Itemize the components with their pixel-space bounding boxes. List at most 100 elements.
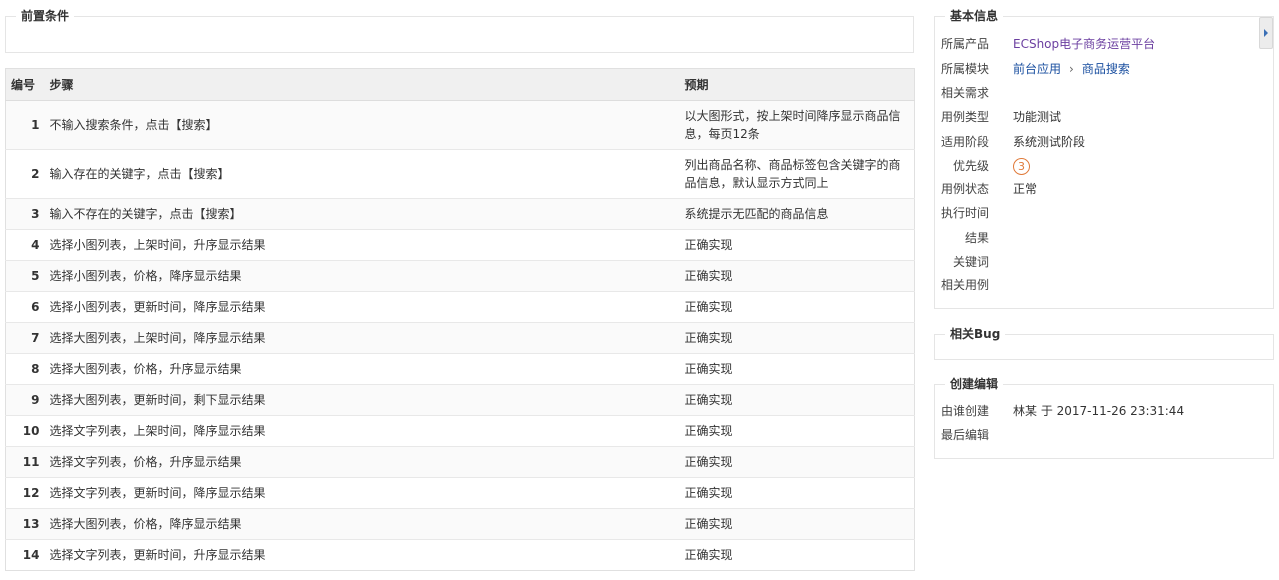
step-no: 7 [5,322,45,354]
keywords-row: 关键词 [935,253,1265,271]
result-row: 结果 [935,229,1265,247]
step-expect: 正确实现 [679,477,915,509]
step-no: 14 [5,539,45,571]
table-row: 11 选择文字列表，价格，升序显示结果 正确实现 [5,446,915,478]
step-no: 2 [5,149,45,199]
step-expect: 正确实现 [679,446,915,478]
step-no: 13 [5,508,45,540]
step-text: 选择大图列表，价格，降序显示结果 [44,508,680,540]
step-text: 选择小图列表，更新时间，降序显示结果 [44,291,680,323]
table-row: 4 选择小图列表，上架时间，升序显示结果 正确实现 [5,229,915,261]
table-row: 10 选择文字列表，上架时间，降序显示结果 正确实现 [5,415,915,447]
collapse-side-button[interactable] [1259,17,1273,49]
linked-case-label: 相关用例 [940,278,989,292]
type-value: 功能测试 [1013,110,1062,124]
step-no: 10 [5,415,45,447]
story-label: 相关需求 [940,86,989,100]
step-expect: 列出商品名称、商品标签包含关键字的商品信息，默认显示方式同上 [679,149,915,199]
step-text: 选择小图列表，价格，降序显示结果 [44,260,680,292]
table-row: 6 选择小图列表，更新时间，降序显示结果 正确实现 [5,291,915,323]
step-text: 选择大图列表，更新时间，剩下显示结果 [44,384,680,416]
step-no: 11 [5,446,45,478]
step-expect: 正确实现 [679,353,915,385]
basic-info-legend: 基本信息 [945,8,1004,24]
table-row: 13 选择大图列表，价格，降序显示结果 正确实现 [5,508,915,540]
module-parent-link[interactable]: 前台应用 [1013,62,1061,76]
keywords-label: 关键词 [952,255,989,269]
step-no: 8 [5,353,45,385]
module-path: 前台应用 › 商品搜索 [1013,60,1130,78]
step-text: 输入存在的关键字，点击【搜索】 [44,149,680,199]
related-bug-legend: 相关Bug [945,326,1006,342]
step-text: 选择文字列表，上架时间，降序显示结果 [44,415,680,447]
precondition-section: 前置条件 [5,8,914,53]
created-label: 由谁创建 [940,404,989,418]
step-no: 6 [5,291,45,323]
priority-label: 优先级 [952,159,989,173]
type-row: 用例类型 功能测试 [935,108,1265,126]
step-expect: 系统提示无匹配的商品信息 [679,198,915,230]
stage-value: 系统测试阶段 [1013,135,1086,149]
product-link[interactable]: ECShop电子商务运营平台 [1013,35,1155,53]
exec-time-label: 执行时间 [940,206,989,220]
caret-right-icon [1264,29,1268,37]
story-row: 相关需求 [935,84,1265,102]
header-no: 编号 [5,68,45,101]
step-no: 1 [5,100,45,150]
step-expect: 正确实现 [679,415,915,447]
linked-case-row: 相关用例 [935,276,1265,294]
step-expect: 正确实现 [679,260,915,292]
product-label: 所属产品 [940,37,989,51]
step-no: 9 [5,384,45,416]
table-row: 5 选择小图列表，价格，降序显示结果 正确实现 [5,260,915,292]
step-expect: 正确实现 [679,229,915,261]
step-expect: 正确实现 [679,291,915,323]
table-row: 1 不输入搜索条件，点击【搜索】 以大图形式，按上架时间降序显示商品信息，每页1… [5,100,915,150]
table-row: 12 选择文字列表，更新时间，降序显示结果 正确实现 [5,477,915,509]
step-text: 选择文字列表，更新时间，降序显示结果 [44,477,680,509]
module-child-link[interactable]: 商品搜索 [1082,62,1130,76]
step-text: 选择大图列表，价格，升序显示结果 [44,353,680,385]
created-row: 由谁创建 林某 于 2017-11-26 23:31:44 [935,402,1265,420]
step-text: 输入不存在的关键字，点击【搜索】 [44,198,680,230]
step-expect: 正确实现 [679,508,915,540]
table-row: 14 选择文字列表，更新时间，升序显示结果 正确实现 [5,539,915,571]
step-no: 3 [5,198,45,230]
step-text: 选择文字列表，价格，升序显示结果 [44,446,680,478]
header-step: 步骤 [44,68,680,101]
priority-badge: 3 [1013,158,1030,175]
edited-label: 最后编辑 [940,428,989,442]
stage-row: 适用阶段 系统测试阶段 [935,133,1265,151]
steps-table-container: 编号 步骤 预期 1 不输入搜索条件，点击【搜索】 以大图形式，按上架时间降序显… [5,68,915,571]
table-row: 9 选择大图列表，更新时间，剩下显示结果 正确实现 [5,384,915,416]
table-row: 3 输入不存在的关键字，点击【搜索】 系统提示无匹配的商品信息 [5,198,915,230]
edited-row: 最后编辑 [935,426,1265,444]
chevron-right-icon: › [1069,62,1074,76]
module-row: 所属模块 前台应用 › 商品搜索 [935,60,1265,78]
module-label: 所属模块 [940,62,989,76]
step-expect: 正确实现 [679,539,915,571]
step-expect: 以大图形式，按上架时间降序显示商品信息，每页12条 [679,100,915,150]
table-row: 2 输入存在的关键字，点击【搜索】 列出商品名称、商品标签包含关键字的商品信息，… [5,149,915,199]
product-row: 所属产品 ECShop电子商务运营平台 [935,35,1265,53]
step-no: 5 [5,260,45,292]
steps-header-row: 编号 步骤 预期 [5,68,915,101]
edit-info-section: 创建编辑 由谁创建 林某 于 2017-11-26 23:31:44 最后编辑 [934,376,1274,459]
table-row: 7 选择大图列表，上架时间，降序显示结果 正确实现 [5,322,915,354]
edit-info-legend: 创建编辑 [945,376,1004,392]
related-bug-section: 相关Bug [934,326,1274,360]
status-label: 用例状态 [940,182,989,196]
steps-body: 1 不输入搜索条件，点击【搜索】 以大图形式，按上架时间降序显示商品信息，每页1… [5,100,915,571]
status-value: 正常 [1013,182,1038,196]
exec-time-row: 执行时间 [935,204,1265,222]
type-label: 用例类型 [940,110,989,124]
step-no: 12 [5,477,45,509]
step-expect: 正确实现 [679,322,915,354]
status-row: 用例状态 正常 [935,180,1265,198]
table-row: 8 选择大图列表，价格，升序显示结果 正确实现 [5,353,915,385]
step-text: 选择大图列表，上架时间，降序显示结果 [44,322,680,354]
stage-label: 适用阶段 [940,135,989,149]
step-text: 选择小图列表，上架时间，升序显示结果 [44,229,680,261]
created-value: 林某 于 2017-11-26 23:31:44 [1013,404,1185,418]
basic-info-section: 基本信息 所属产品 ECShop电子商务运营平台 所属模块 前台应用 › 商品搜索 … [934,8,1274,309]
